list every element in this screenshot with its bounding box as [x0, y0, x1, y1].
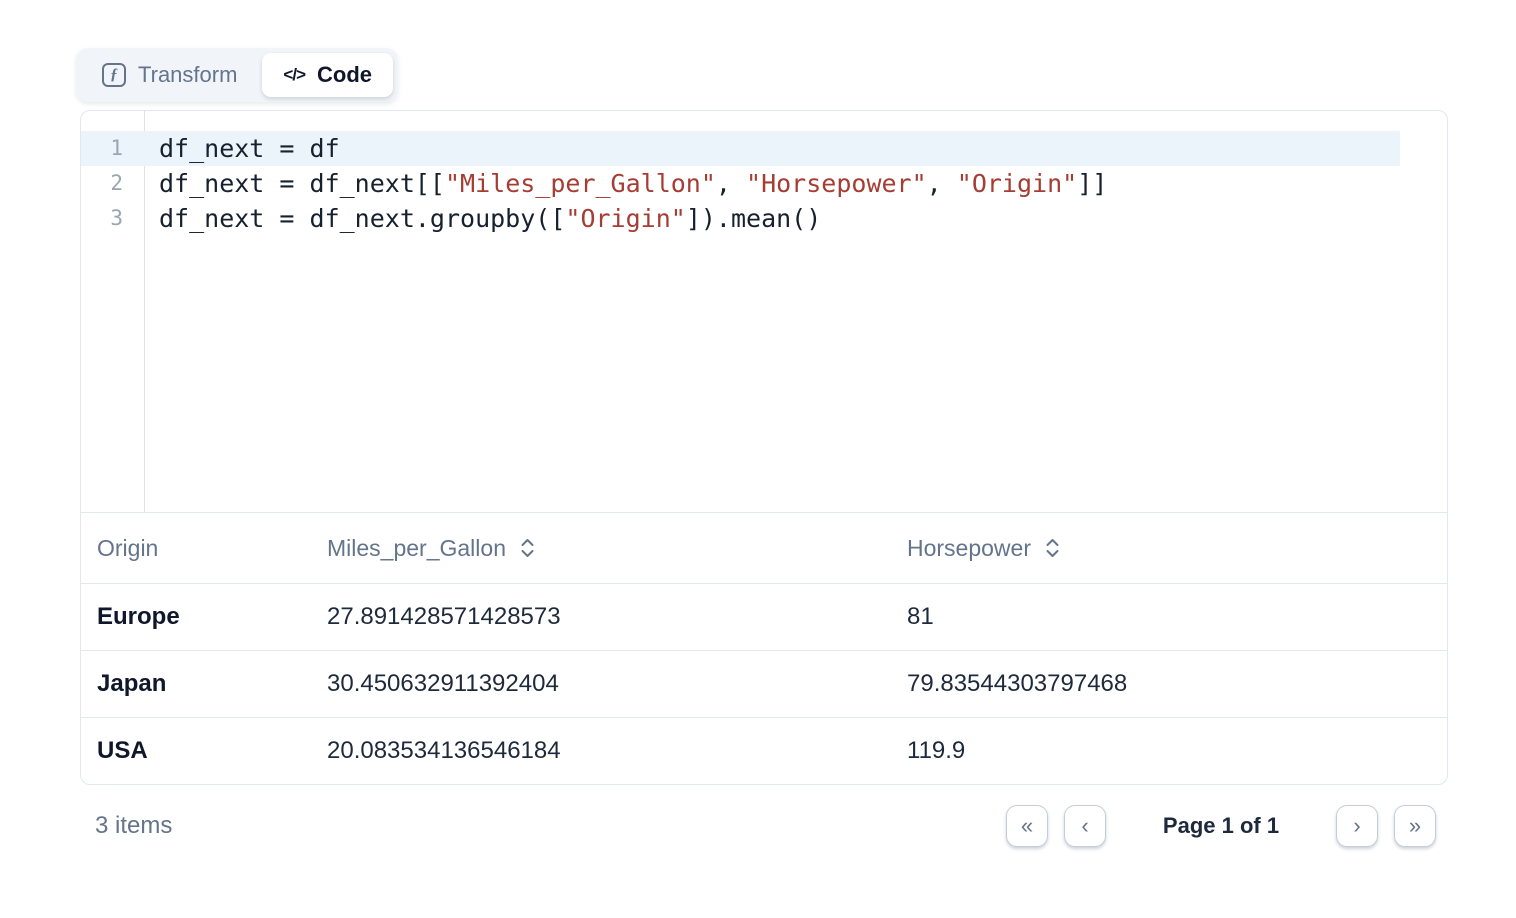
table-header: Origin Miles_per_Gallon Horsepower [81, 513, 1447, 584]
cell-origin: USA [97, 737, 327, 765]
function-icon: ƒ [102, 63, 126, 87]
prev-page-button[interactable]: ‹ [1064, 805, 1106, 847]
cell-hp: 79.83544303797468 [907, 670, 1431, 698]
pager: « ‹ Page 1 of 1 › » [1006, 805, 1436, 847]
column-label: Horsepower [907, 535, 1031, 562]
line-number: 1 [81, 131, 144, 166]
column-label: Origin [97, 535, 158, 562]
column-header-origin: Origin [97, 535, 327, 562]
page-indicator: Page 1 of 1 [1122, 813, 1320, 839]
code-icon: </> [283, 65, 305, 85]
column-label: Miles_per_Gallon [327, 535, 506, 562]
tab-code[interactable]: </> Code [262, 53, 393, 97]
code-text: df_next = df_next.groupby(["Origin"]).me… [144, 201, 821, 236]
view-switcher: ƒ Transform </> Code [76, 48, 398, 102]
double-chevron-left-icon: « [1021, 815, 1033, 837]
result-panel: 1df_next = df2df_next = df_next[["Miles_… [80, 110, 1448, 785]
code-editor[interactable]: 1df_next = df2df_next = df_next[["Miles_… [81, 111, 1447, 513]
line-number: 3 [81, 201, 144, 236]
code-text: df_next = df_next[["Miles_per_Gallon", "… [144, 166, 1107, 201]
code-line[interactable]: 1df_next = df [81, 131, 1400, 166]
tab-transform[interactable]: ƒ Transform [81, 53, 258, 97]
cell-mpg: 27.891428571428573 [327, 603, 907, 631]
code-lines: 1df_next = df2df_next = df_next[["Miles_… [81, 131, 1447, 236]
cell-hp: 119.9 [907, 737, 1431, 765]
table-body: Europe27.89142857142857381Japan30.450632… [81, 584, 1447, 784]
cell-hp: 81 [907, 603, 1431, 631]
items-count: 3 items [95, 812, 172, 840]
cell-origin: Europe [97, 603, 327, 631]
code-line[interactable]: 3df_next = df_next.groupby(["Origin"]).m… [81, 201, 1447, 236]
code-line[interactable]: 2df_next = df_next[["Miles_per_Gallon", … [81, 166, 1447, 201]
tab-code-label: Code [317, 62, 372, 88]
double-chevron-right-icon: » [1409, 815, 1421, 837]
table-row[interactable]: Europe27.89142857142857381 [81, 584, 1447, 651]
chevron-left-icon: ‹ [1081, 815, 1088, 837]
last-page-button[interactable]: » [1394, 805, 1436, 847]
sort-icon[interactable] [1045, 537, 1060, 559]
sort-icon[interactable] [520, 537, 535, 559]
table-row[interactable]: Japan30.45063291139240479.83544303797468 [81, 651, 1447, 718]
cell-origin: Japan [97, 670, 327, 698]
next-page-button[interactable]: › [1336, 805, 1378, 847]
line-number: 2 [81, 166, 144, 201]
column-header-miles-per-gallon: Miles_per_Gallon [327, 535, 907, 562]
pagination-bar: 3 items « ‹ Page 1 of 1 › » [80, 792, 1448, 860]
column-header-horsepower: Horsepower [907, 535, 1431, 562]
cell-mpg: 30.450632911392404 [327, 670, 907, 698]
first-page-button[interactable]: « [1006, 805, 1048, 847]
chevron-right-icon: › [1353, 815, 1360, 837]
table-row[interactable]: USA20.083534136546184119.9 [81, 718, 1447, 784]
page: ƒ Transform </> Code 1df_next = df2df_ne… [0, 0, 1516, 918]
cell-mpg: 20.083534136546184 [327, 737, 907, 765]
code-text: df_next = df [144, 131, 340, 166]
tab-transform-label: Transform [138, 62, 237, 88]
